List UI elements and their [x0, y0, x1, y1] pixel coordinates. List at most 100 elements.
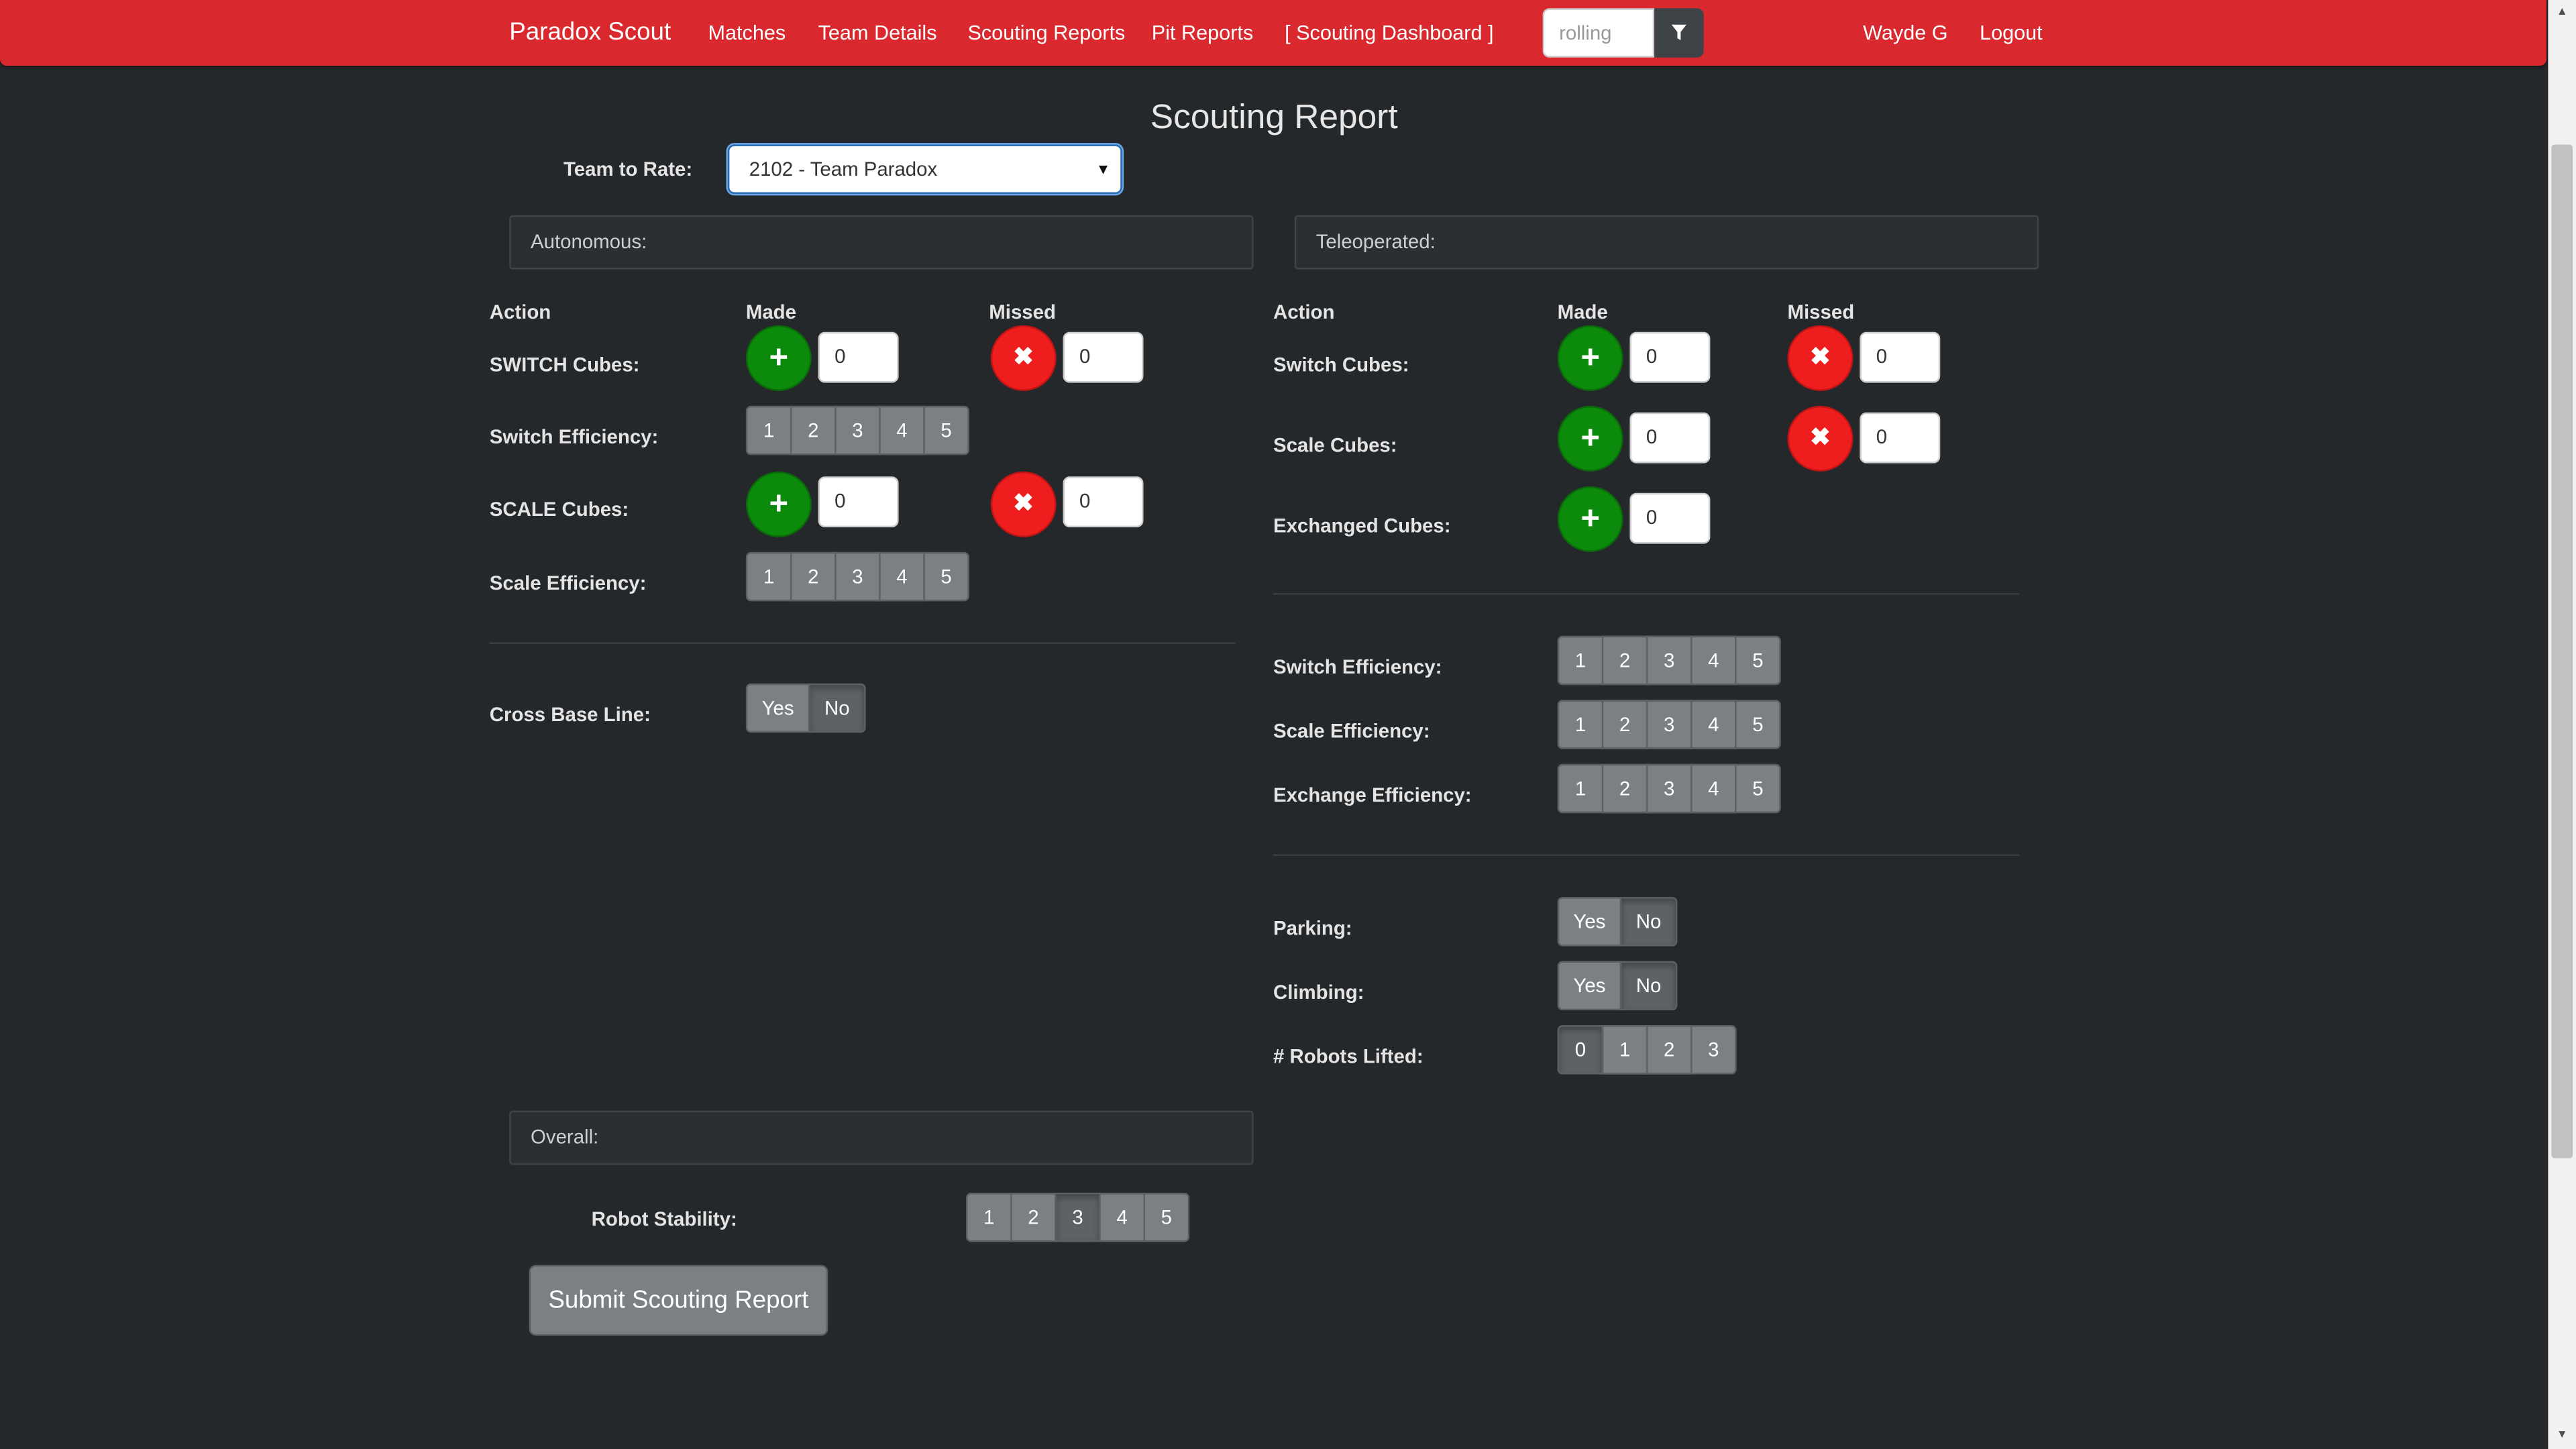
scroll-down-icon[interactable]: ▼ — [2548, 1424, 2576, 1447]
auto-action-header: Action — [489, 301, 551, 324]
plus-icon: + — [1580, 339, 1600, 376]
rating-button[interactable]: 3 — [835, 405, 881, 455]
auto-scale-cubes-label: SCALE Cubes: — [489, 498, 629, 521]
rating-button[interactable]: 2 — [790, 551, 837, 602]
rating-button[interactable]: 5 — [1735, 763, 1781, 814]
yes-button[interactable]: Yes — [745, 683, 810, 733]
rating-button[interactable]: 5 — [1735, 635, 1781, 686]
filter-button[interactable] — [1654, 8, 1704, 58]
rating-button[interactable]: 3 — [1646, 763, 1693, 814]
autonomous-panel-header: Autonomous: — [509, 215, 1254, 270]
tele-scale-made-input[interactable]: 0 — [1629, 412, 1711, 464]
rating-button[interactable]: 1 — [1557, 635, 1604, 686]
tele-exchanged-made-plus-button[interactable]: + — [1557, 486, 1623, 552]
auto-scale-made-plus-button[interactable]: + — [745, 471, 812, 537]
auto-scale-missed-button[interactable]: ✖ — [990, 471, 1057, 537]
rating-button[interactable]: 1 — [1557, 700, 1604, 749]
rating-button[interactable]: 5 — [1143, 1192, 1190, 1242]
scrollbar-thumb[interactable] — [2551, 144, 2573, 1159]
plus-icon: + — [1580, 420, 1600, 457]
rating-button[interactable]: 4 — [879, 405, 925, 455]
nav-link-team-details[interactable]: Team Details — [818, 0, 937, 66]
page: Paradox Scout Matches Team Details Scout… — [0, 0, 2576, 1449]
brand-link[interactable]: Paradox Scout — [509, 0, 671, 66]
rating-button[interactable]: 4 — [879, 551, 925, 602]
rating-button[interactable]: 2 — [1010, 1192, 1057, 1242]
scroll-up-icon[interactable]: ▲ — [2548, 1, 2576, 24]
tele-missed-header: Missed — [1787, 301, 1855, 324]
yes-button[interactable]: Yes — [1557, 961, 1622, 1011]
climbing-label: Climbing: — [1273, 981, 1364, 1004]
rating-button[interactable]: 2 — [1646, 1025, 1693, 1075]
tele-switch-made-plus-button[interactable]: + — [1557, 325, 1623, 391]
tele-switch-missed-input[interactable]: 0 — [1860, 331, 1941, 383]
rating-button[interactable]: 4 — [1099, 1192, 1145, 1242]
no-button[interactable]: No — [1619, 961, 1678, 1011]
nav-link-scouting-reports[interactable]: Scouting Reports — [967, 0, 1125, 66]
tele-exchange-efficiency-label: Exchange Efficiency: — [1273, 784, 1472, 807]
auto-switch-efficiency-group: 1 2 3 4 5 — [745, 405, 969, 455]
tele-switch-efficiency-group: 1 2 3 4 5 — [1557, 635, 1781, 686]
rating-button[interactable]: 1 — [1557, 763, 1604, 814]
filter-input[interactable]: rolling — [1542, 8, 1655, 58]
rating-button[interactable]: 3 — [1690, 1025, 1737, 1075]
parking-toggle: Yes No — [1557, 897, 1678, 947]
rating-button[interactable]: 5 — [923, 405, 969, 455]
rating-button[interactable]: 3 — [835, 551, 881, 602]
rating-button[interactable]: 1 — [745, 405, 792, 455]
logout-link[interactable]: Logout — [1980, 0, 2043, 66]
parking-label: Parking: — [1273, 916, 1352, 940]
robot-stability-group: 1 2 3 4 5 — [966, 1192, 1190, 1242]
auto-missed-header: Missed — [989, 301, 1056, 324]
tele-scale-missed-button[interactable]: ✖ — [1787, 405, 1854, 472]
auto-switch-made-plus-button[interactable]: + — [745, 325, 812, 391]
tele-switch-made-input[interactable]: 0 — [1629, 331, 1711, 383]
rating-button[interactable]: 3 — [1055, 1192, 1101, 1242]
tele-exchanged-cubes-label: Exchanged Cubes: — [1273, 514, 1451, 537]
rating-button[interactable]: 3 — [1646, 700, 1693, 749]
auto-switch-missed-input[interactable]: 0 — [1063, 331, 1144, 383]
x-icon: ✖ — [1810, 343, 1831, 372]
rating-button[interactable]: 4 — [1690, 763, 1737, 814]
plus-icon: + — [769, 339, 789, 376]
rating-button[interactable]: 5 — [923, 551, 969, 602]
nav-link-scouting-dashboard[interactable]: [ Scouting Dashboard ] — [1285, 0, 1493, 66]
rating-button[interactable]: 1 — [1601, 1025, 1648, 1075]
rating-button[interactable]: 1 — [966, 1192, 1012, 1242]
auto-switch-made-input[interactable]: 0 — [818, 331, 899, 383]
rating-button[interactable]: 1 — [745, 551, 792, 602]
no-button[interactable]: No — [1619, 897, 1678, 947]
tele-exchanged-made-input[interactable]: 0 — [1629, 492, 1711, 544]
no-button[interactable]: No — [808, 683, 866, 733]
filter-icon — [1671, 24, 1686, 41]
tele-switch-efficiency-label: Switch Efficiency: — [1273, 655, 1442, 679]
rating-button[interactable]: 3 — [1646, 635, 1693, 686]
rating-button[interactable]: 4 — [1690, 635, 1737, 686]
rating-button[interactable]: 2 — [1601, 763, 1648, 814]
rating-button[interactable]: 0 — [1557, 1025, 1604, 1075]
tele-switch-missed-button[interactable]: ✖ — [1787, 325, 1854, 391]
rating-button[interactable]: 4 — [1690, 700, 1737, 749]
tele-scale-made-plus-button[interactable]: + — [1557, 405, 1623, 472]
tele-scale-missed-input[interactable]: 0 — [1860, 412, 1941, 464]
yes-button[interactable]: Yes — [1557, 897, 1622, 947]
team-select[interactable]: 2102 - Team Paradox ▼ — [727, 144, 1122, 194]
auto-scale-missed-input[interactable]: 0 — [1063, 476, 1144, 528]
cross-base-line-toggle: Yes No — [745, 683, 866, 733]
nav-link-pit-reports[interactable]: Pit Reports — [1152, 0, 1253, 66]
nav-link-matches[interactable]: Matches — [708, 0, 786, 66]
auto-scale-made-input[interactable]: 0 — [818, 476, 899, 528]
team-select-label: Team to Rate: — [564, 158, 693, 181]
submit-scouting-report-button[interactable]: Submit Scouting Report — [529, 1265, 828, 1336]
rating-button[interactable]: 2 — [1601, 700, 1648, 749]
rating-button[interactable]: 2 — [1601, 635, 1648, 686]
user-link[interactable]: Wayde G — [1863, 0, 1947, 66]
team-select-value: 2102 - Team Paradox — [749, 158, 938, 181]
tele-made-header: Made — [1557, 301, 1608, 324]
auto-switch-cubes-label: SWITCH Cubes: — [489, 353, 640, 376]
rating-button[interactable]: 5 — [1735, 700, 1781, 749]
rating-button[interactable]: 2 — [790, 405, 837, 455]
auto-switch-missed-button[interactable]: ✖ — [990, 325, 1057, 391]
tele-switch-cubes-label: Switch Cubes: — [1273, 353, 1409, 376]
tele-action-header: Action — [1273, 301, 1335, 324]
